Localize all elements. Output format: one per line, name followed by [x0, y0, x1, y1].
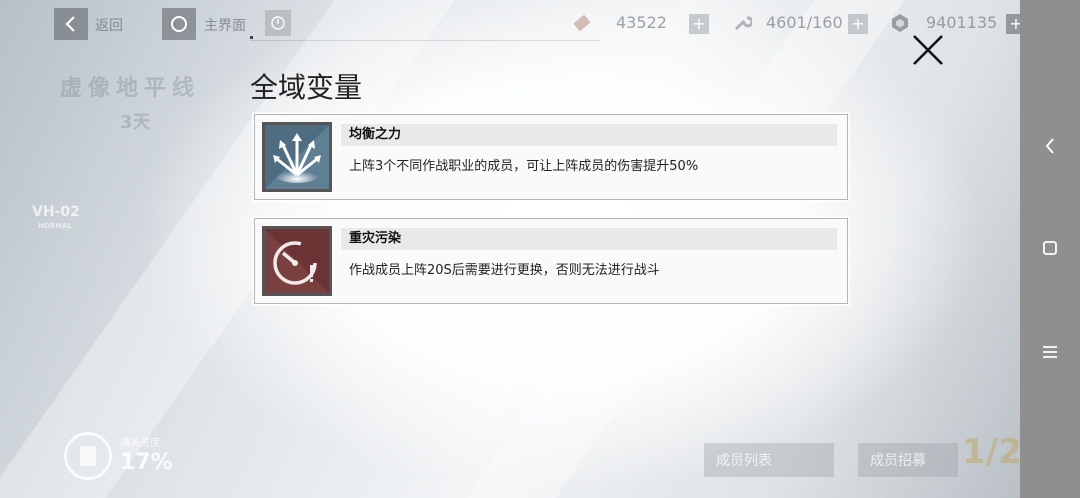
nav-home-button[interactable]: [1038, 236, 1062, 260]
home-button[interactable]: [162, 8, 196, 40]
title-dot: [250, 36, 253, 39]
card-description: 上阵3个不同作战职业的成员，可让上阵成员的伤害提升50%: [349, 159, 699, 174]
close-button[interactable]: [910, 32, 946, 68]
home-label[interactable]: 主界面: [204, 15, 246, 35]
modal-title: 全域变量: [250, 71, 363, 104]
unit-sub-ghost: NORMAL: [38, 222, 73, 230]
chevron-left-icon: [65, 16, 75, 32]
back-button[interactable]: [54, 8, 88, 40]
title-divider: [250, 40, 600, 41]
menu-icon: [1043, 346, 1057, 358]
progress-label: 通关进度: [120, 438, 160, 449]
info-button[interactable]: [265, 10, 291, 36]
nav-back-button[interactable]: [1038, 134, 1062, 158]
event-days-ghost: 3天: [120, 112, 151, 133]
resource-value-3: 9401135: [926, 13, 998, 32]
square-icon: [1043, 241, 1057, 255]
card-name: 均衡之力: [341, 124, 837, 146]
variable-card: 重灾污染 作战成员上阵20S后需要进行更换，否则无法进行战斗: [254, 218, 848, 304]
progress-ring: [64, 432, 112, 480]
gauge-warning-icon: [262, 226, 332, 296]
wrench-icon: [734, 16, 752, 31]
chevron-left-icon: [1045, 138, 1054, 154]
nav-menu-button[interactable]: [1038, 340, 1062, 364]
card-name: 重灾污染: [341, 228, 837, 250]
exclamation-icon: [271, 16, 285, 30]
ticket-icon: [573, 14, 591, 32]
add-resource-2-button[interactable]: +: [848, 14, 868, 34]
variable-card: 均衡之力 上阵3个不同作战职业的成员，可让上阵成员的伤害提升50%: [254, 114, 848, 200]
resource-value-2: 4601/160: [766, 13, 843, 32]
back-label[interactable]: 返回: [95, 15, 123, 35]
member-list-button[interactable]: 成员列表: [704, 443, 834, 477]
resource-value-1: 43522: [616, 13, 667, 32]
arrows-split-icon: [262, 122, 332, 192]
unit-code-ghost: VH-02: [32, 204, 80, 220]
document-icon: [80, 446, 96, 466]
circle-home-icon: [171, 16, 187, 32]
member-recruit-button[interactable]: 成员招募: [858, 443, 958, 477]
add-resource-1-button[interactable]: +: [689, 14, 709, 34]
system-nav-bar: [1020, 0, 1080, 498]
event-title-ghost: 虚像地平线: [60, 76, 201, 101]
close-icon: [913, 35, 943, 65]
hexagon-coin-icon: [892, 14, 908, 32]
card-description: 作战成员上阵20S后需要进行更换，否则无法进行战斗: [349, 263, 660, 278]
progress-value: 17%: [120, 450, 173, 475]
